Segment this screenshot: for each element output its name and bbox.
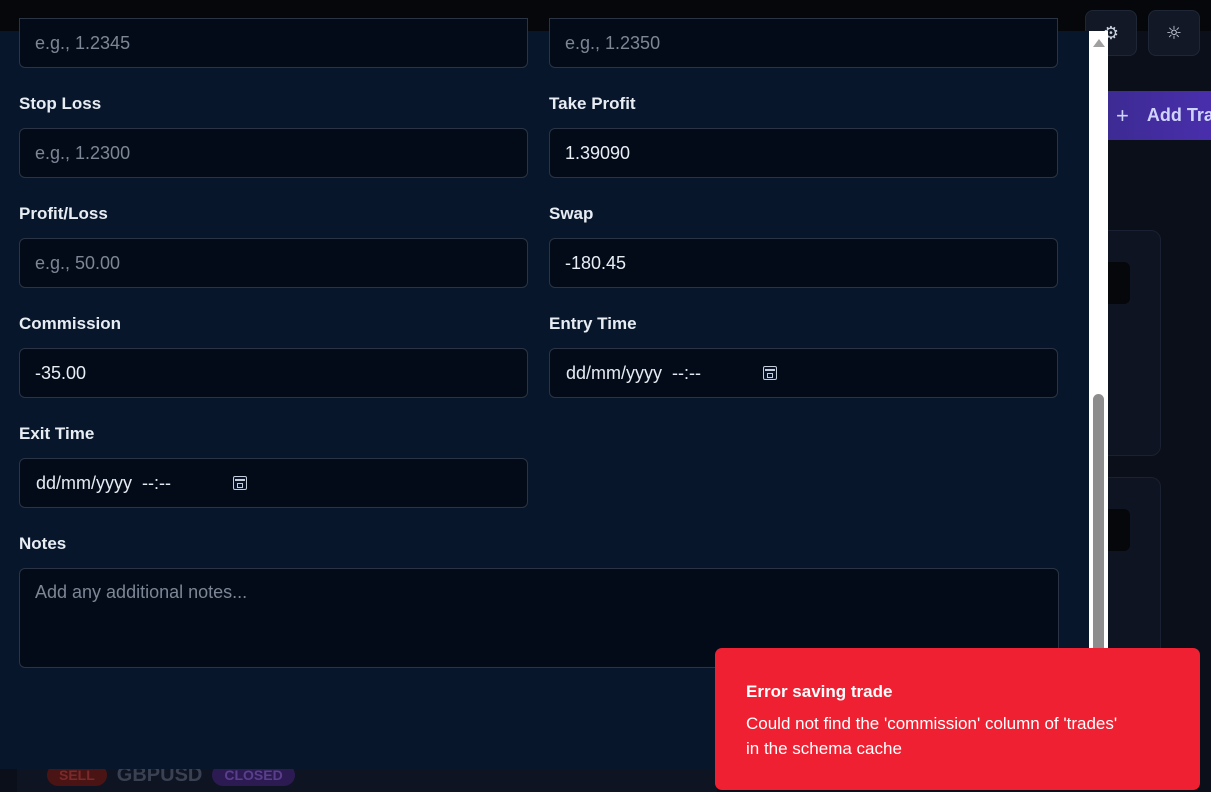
toast-message: Could not find the 'commission' column o… [746, 714, 1118, 758]
swap-label: Swap [549, 204, 594, 223]
sun-icon: ☼ [1165, 22, 1183, 44]
swap-input[interactable] [549, 238, 1058, 288]
scroll-thumb[interactable] [1093, 394, 1104, 648]
scroll-up-arrow-icon[interactable] [1093, 39, 1105, 47]
toast-title: Error saving trade [746, 682, 893, 701]
take-profit-label: Take Profit [549, 94, 636, 113]
stop-loss-label: Stop Loss [19, 94, 102, 113]
entry-price-input[interactable] [19, 18, 528, 68]
entry-time-input[interactable]: dd/mm/yyyy --:-- [549, 348, 1058, 398]
exit-time-label: Exit Time [19, 424, 95, 443]
profit-loss-label: Profit/Loss [19, 204, 108, 223]
add-trade-label: Add Tra [1146, 105, 1211, 125]
exit-time-value: dd/mm/yyyy --:-- [36, 472, 171, 493]
commission-input[interactable] [19, 348, 528, 398]
plus-icon: + [1116, 102, 1129, 128]
exit-time-input[interactable]: dd/mm/yyyy --:-- [19, 458, 528, 508]
entry-time-value: dd/mm/yyyy --:-- [566, 362, 701, 383]
stop-loss-input[interactable] [19, 128, 528, 178]
take-profit-input[interactable] [549, 128, 1058, 178]
modal-scrollbar[interactable] [1089, 31, 1108, 648]
entry-time-label: Entry Time [549, 314, 637, 333]
profit-loss-input[interactable] [19, 238, 528, 288]
commission-label: Commission [19, 314, 122, 333]
theme-toggle-button[interactable]: ☼ [1148, 10, 1200, 56]
calendar-icon[interactable] [763, 366, 777, 380]
notes-label: Notes [19, 534, 67, 553]
calendar-icon[interactable] [233, 476, 247, 490]
add-trade-button[interactable]: + Add Tra [1090, 91, 1211, 140]
exit-price-input[interactable] [549, 18, 1058, 68]
error-toast: Error saving trade Could not find the 'c… [715, 648, 1200, 790]
